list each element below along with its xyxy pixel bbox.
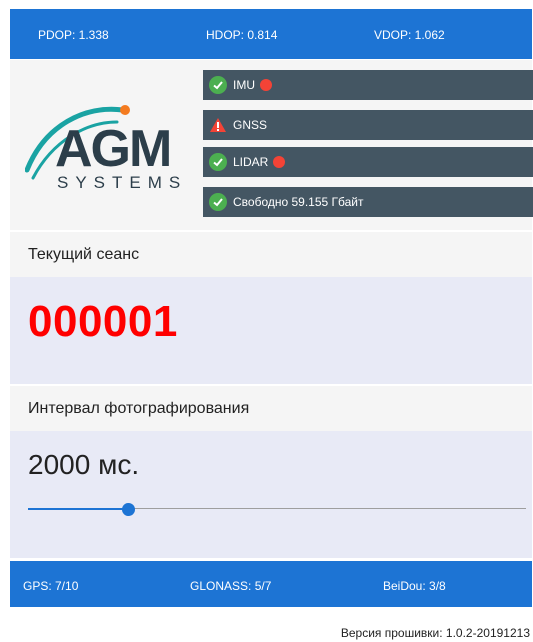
svg-text:SYSTEMS: SYSTEMS <box>57 173 187 192</box>
vdop-value: VDOP: 1.062 <box>374 28 445 42</box>
check-circle-icon <box>209 76 227 94</box>
header-panel: AGM SYSTEMS IMU GNSS LIDAR Свободно 59.1… <box>10 60 533 230</box>
status-gnss-label: GNSS <box>233 118 268 132</box>
lidar-alert-dot <box>273 156 286 168</box>
agm-systems-logo: AGM SYSTEMS <box>25 105 187 192</box>
status-gnss: GNSS <box>203 110 533 140</box>
pdop-value: PDOP: 1.338 <box>38 28 109 42</box>
session-panel: 000001 <box>10 277 532 384</box>
status-storage: Свободно 59.155 Гбайт <box>203 187 533 217</box>
check-circle-icon <box>209 193 227 211</box>
svg-text:AGM: AGM <box>55 120 170 178</box>
satellite-bar: GPS: 7/10 GLONASS: 5/7 BeiDou: 3/8 <box>10 561 532 607</box>
status-lidar: LIDAR <box>203 147 533 177</box>
interval-header: Интервал фотографирования <box>10 386 532 431</box>
firmware-version: Версия прошивки: 1.0.2-20191213 <box>340 626 530 640</box>
slider-thumb[interactable] <box>121 503 135 516</box>
glonass-count: GLONASS: 5/7 <box>190 579 272 593</box>
interval-value: 2000 мс. <box>28 449 140 480</box>
status-imu-label: IMU <box>233 78 255 92</box>
slider-track-active <box>28 508 128 510</box>
session-number: 000001 <box>28 297 178 346</box>
warning-triangle-icon <box>209 117 227 133</box>
session-header: Текущий сеанс <box>10 232 532 277</box>
interval-panel: 2000 мс. <box>10 431 532 558</box>
gps-count: GPS: 7/10 <box>23 579 79 593</box>
imu-alert-dot <box>260 79 272 91</box>
check-circle-icon <box>209 153 227 171</box>
hdop-value: HDOP: 0.814 <box>206 28 278 42</box>
interval-slider[interactable] <box>28 503 526 516</box>
status-imu: IMU <box>203 70 533 100</box>
status-lidar-label: LIDAR <box>233 155 269 169</box>
dop-bar: PDOP: 1.338 HDOP: 0.814 VDOP: 1.062 <box>10 9 532 59</box>
slider-track[interactable] <box>127 508 526 509</box>
status-storage-label: Свободно 59.155 Гбайт <box>233 195 364 209</box>
beidou-count: BeiDou: 3/8 <box>383 579 446 593</box>
